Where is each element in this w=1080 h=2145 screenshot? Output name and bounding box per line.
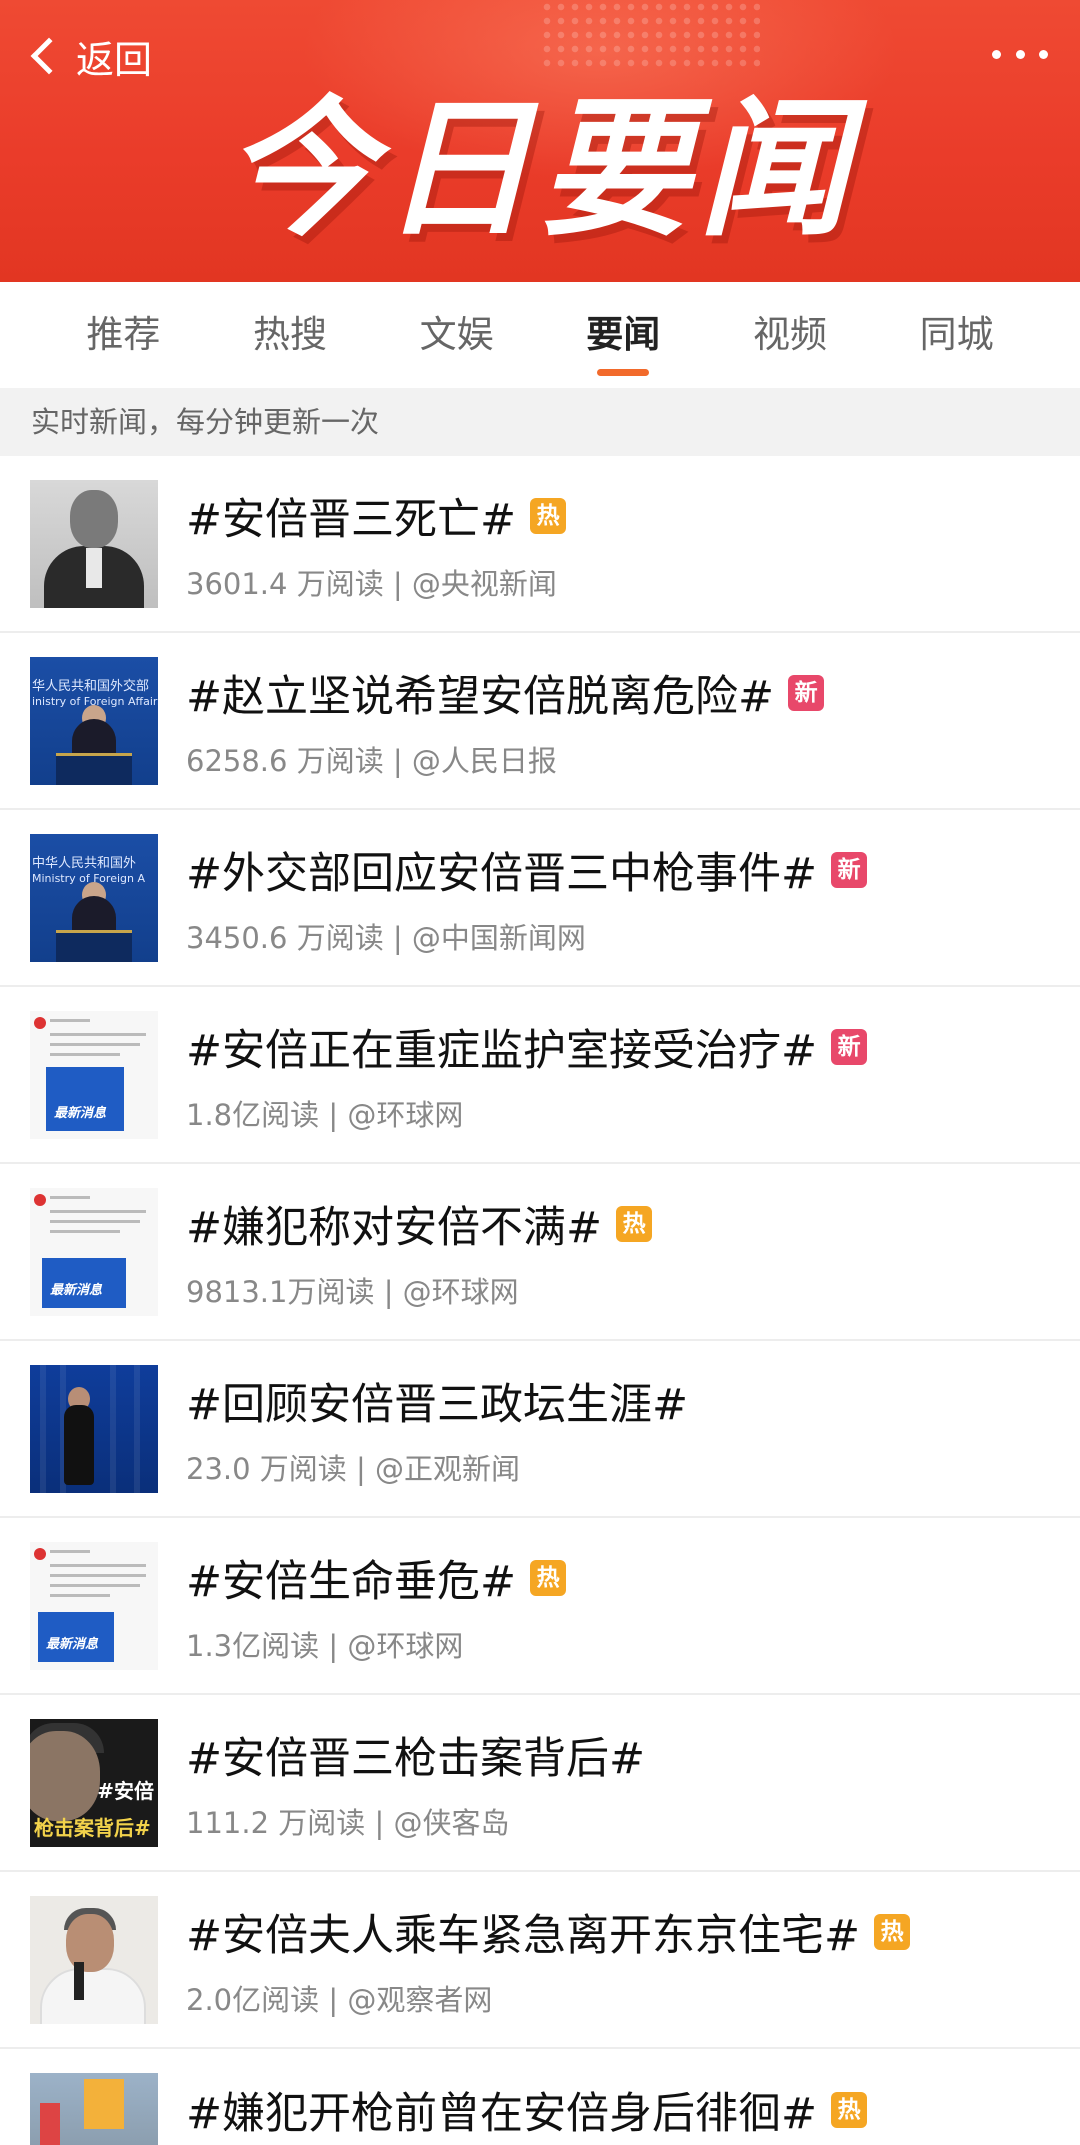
- tab-recommend[interactable]: 推荐: [53, 282, 193, 388]
- tab-entertainment[interactable]: 文娱: [387, 282, 527, 388]
- news-title: #赵立坚说希望安倍脱离危险#: [186, 671, 775, 722]
- thumb-caption: 华人民共和国外交部: [32, 678, 150, 694]
- news-item[interactable]: #嫌犯开枪前曾在安倍身后徘徊# 热: [0, 2049, 1080, 2145]
- street-thumbnail: [30, 2073, 158, 2145]
- news-item[interactable]: 最新消息 #安倍正在重症监护室接受治疗# 新 1.8亿阅读 | @环球网: [0, 987, 1080, 1164]
- news-item[interactable]: 中华人民共和国外 Ministry of Foreign A #外交部回应安倍晋…: [0, 810, 1080, 987]
- news-title: #安倍晋三死亡#: [186, 494, 517, 545]
- hot-badge: 热: [874, 1913, 911, 1950]
- news-meta: 111.2 万阅读 | @侠客岛: [186, 1805, 510, 1840]
- press-briefing-thumbnail: 中华人民共和国外 Ministry of Foreign A: [30, 833, 158, 962]
- news-title: #安倍晋三枪击案背后#: [186, 1733, 646, 1784]
- speech-thumbnail: [30, 1895, 158, 2024]
- banner-title: 今日要闻: [223, 83, 856, 257]
- news-item[interactable]: #回顾安倍晋三政坛生涯# 23.0 万阅读 | @正观新闻: [0, 1341, 1080, 1518]
- news-title: #安倍夫人乘车紧急离开东京住宅#: [186, 1910, 861, 1961]
- news-item[interactable]: #安倍夫人乘车紧急离开东京住宅# 热 2.0亿阅读 | @观察者网: [0, 1872, 1080, 2049]
- category-tabs: 推荐 热搜 文娱 要闻 视频 同城: [0, 282, 1080, 388]
- thumb-caption: 枪击案背后#: [34, 1815, 151, 1840]
- case-cover-thumbnail: #安倍 枪击案背后#: [30, 1718, 158, 1847]
- news-meta: 3450.6 万阅读 | @中国新闻网: [186, 920, 586, 955]
- news-title: #回顾安倍晋三政坛生涯#: [186, 1379, 689, 1430]
- news-title: #嫌犯称对安倍不满#: [186, 1202, 603, 1253]
- thumb-caption: 中华人民共和国外: [32, 855, 137, 871]
- news-item[interactable]: 华人民共和国外交部 inistry of Foreign Affairs #赵立…: [0, 633, 1080, 810]
- news-meta: 9813.1万阅读 | @环球网: [186, 1274, 519, 1309]
- new-badge: 新: [831, 1028, 868, 1065]
- press-briefing-thumbnail: 华人民共和国外交部 inistry of Foreign Affairs: [30, 656, 158, 785]
- post-screenshot-thumbnail: 最新消息: [30, 1541, 158, 1670]
- news-meta: 6258.6 万阅读 | @人民日报: [186, 743, 557, 778]
- walking-thumbnail: [30, 1364, 158, 1493]
- thumb-caption: 最新消息: [54, 1105, 107, 1121]
- news-meta: 2.0亿阅读 | @观察者网: [186, 1982, 493, 2017]
- hot-badge: 热: [530, 1559, 567, 1596]
- news-item[interactable]: #安倍 枪击案背后# #安倍晋三枪击案背后# 111.2 万阅读 | @侠客岛: [0, 1695, 1080, 1872]
- hot-badge: 热: [831, 2092, 868, 2128]
- news-list: #安倍晋三死亡# 热 3601.4 万阅读 | @央视新闻 华人民共和国外交部 …: [0, 456, 1080, 2145]
- news-meta: 23.0 万阅读 | @正观新闻: [186, 1451, 520, 1486]
- news-title: #外交部回应安倍晋三中枪事件#: [186, 848, 818, 899]
- thumb-caption: #安倍: [97, 1778, 154, 1803]
- news-title: #安倍正在重症监护室接受治疗#: [186, 1025, 818, 1076]
- news-item[interactable]: 最新消息 #嫌犯称对安倍不满# 热 9813.1万阅读 | @环球网: [0, 1164, 1080, 1341]
- tab-video[interactable]: 视频: [720, 282, 860, 388]
- update-notice: 实时新闻，每分钟更新一次: [0, 388, 1080, 456]
- tab-hot-search[interactable]: 热搜: [220, 282, 360, 388]
- post-screenshot-thumbnail: 最新消息: [30, 1010, 158, 1139]
- news-meta: 1.8亿阅读 | @环球网: [186, 1097, 464, 1132]
- tab-local[interactable]: 同城: [887, 282, 1027, 388]
- post-screenshot-thumbnail: 最新消息: [30, 1187, 158, 1316]
- tab-headlines[interactable]: 要闻: [553, 282, 693, 388]
- news-item[interactable]: 最新消息 #安倍生命垂危# 热 1.3亿阅读 | @环球网: [0, 1518, 1080, 1695]
- thumb-caption: 最新消息: [50, 1282, 103, 1298]
- news-title: #安倍生命垂危#: [186, 1556, 517, 1607]
- thumb-caption: 最新消息: [46, 1636, 99, 1652]
- news-meta: 1.3亿阅读 | @环球网: [186, 1628, 464, 1663]
- hot-badge: 热: [616, 1205, 653, 1242]
- news-meta: 3601.4 万阅读 | @央视新闻: [186, 566, 557, 601]
- new-badge: 新: [788, 674, 825, 711]
- portrait-thumbnail: [30, 479, 158, 608]
- news-item[interactable]: #安倍晋三死亡# 热 3601.4 万阅读 | @央视新闻: [0, 456, 1080, 633]
- new-badge: 新: [831, 851, 868, 888]
- news-title: #嫌犯开枪前曾在安倍身后徘徊#: [186, 2089, 818, 2139]
- header-banner: 返回 今日要闻: [0, 0, 1080, 282]
- hot-badge: 热: [530, 497, 567, 534]
